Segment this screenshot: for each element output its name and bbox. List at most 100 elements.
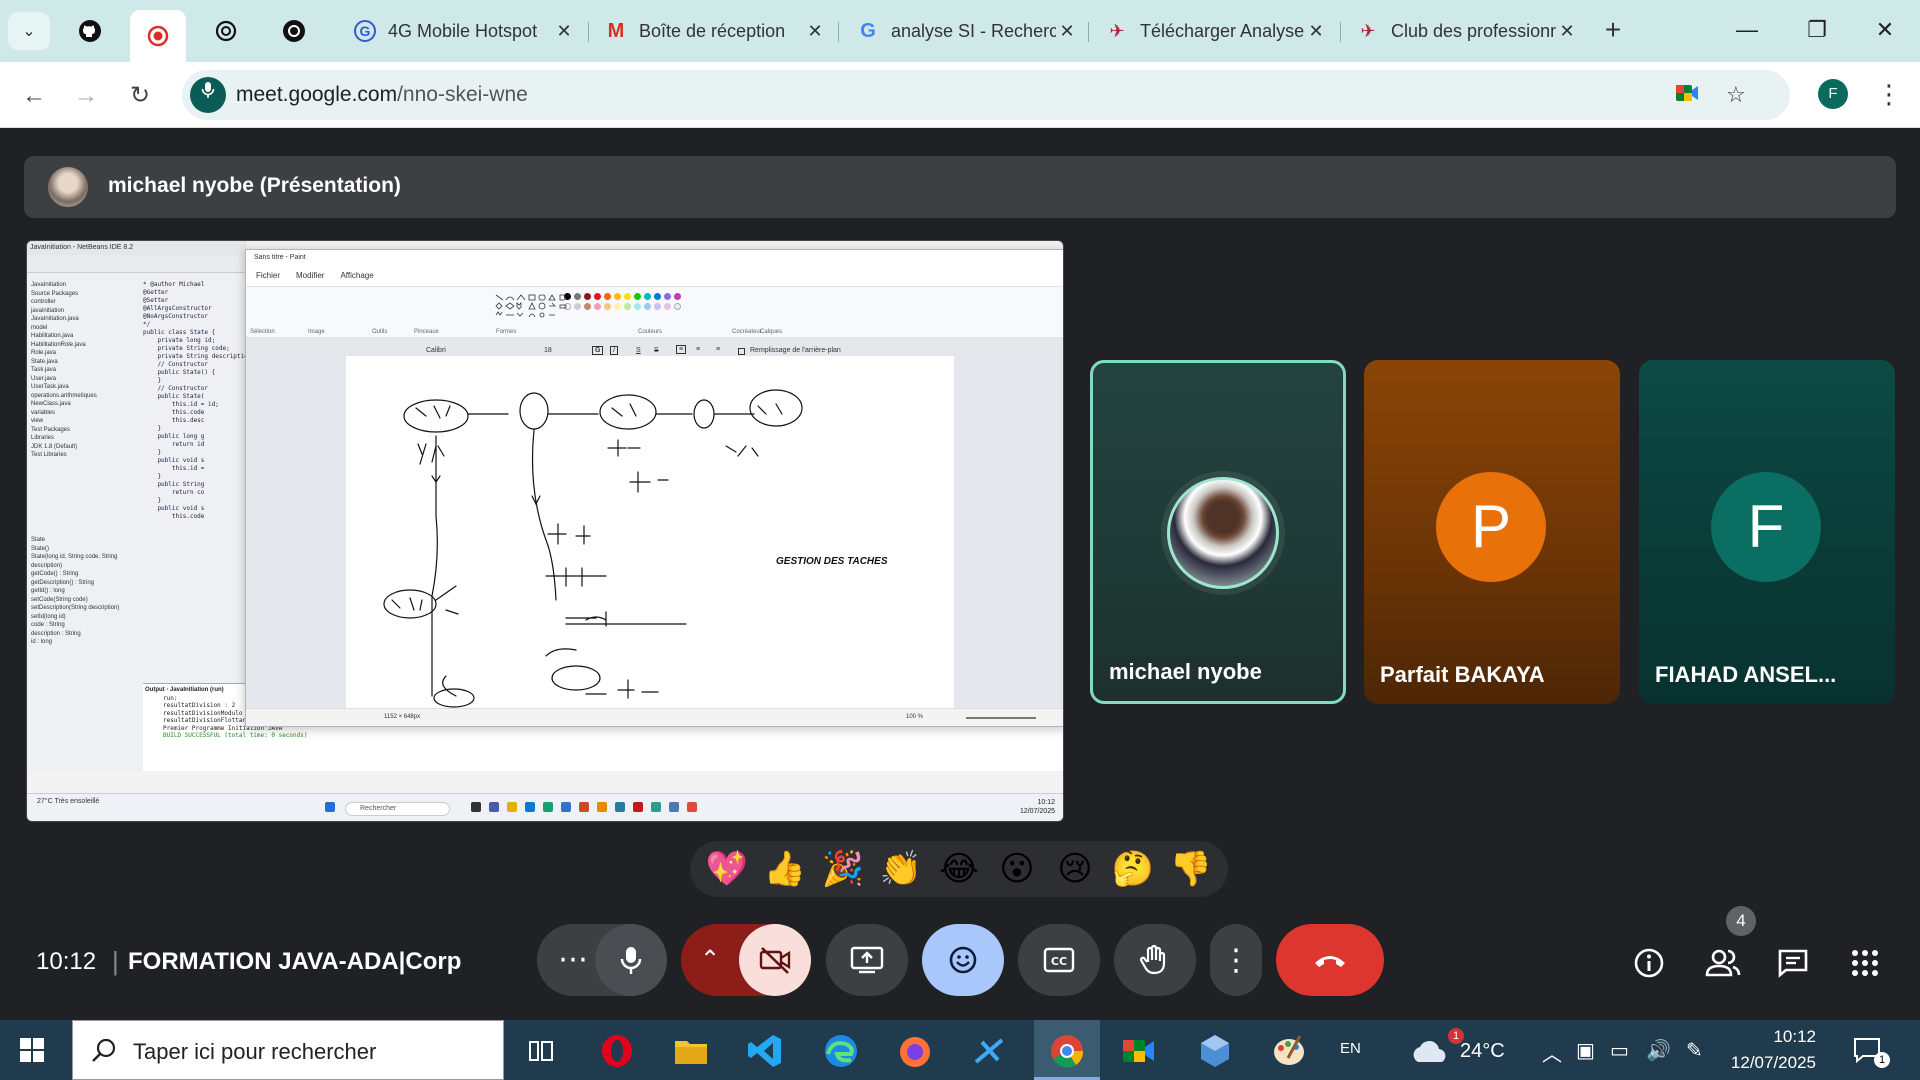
taskbar-search[interactable]: Taper ici pour rechercher [72,1020,504,1080]
color-swatch[interactable] [584,293,591,300]
pinned-tab-chatgpt-1[interactable] [198,10,254,52]
tab-gmail[interactable]: M Boîte de réception ✕ [593,10,838,52]
device-icon[interactable]: ▣ [1576,1038,1595,1063]
color-swatch[interactable] [624,293,631,300]
profile-avatar[interactable]: F [1818,79,1848,109]
reactions-button[interactable] [922,924,1004,996]
chrome-icon[interactable] [1048,1032,1086,1070]
color-swatch[interactable] [604,303,611,310]
italic-button[interactable]: I [610,346,618,355]
zoom-level[interactable]: 100 % [906,714,923,720]
tab-club[interactable]: ✈ Club des professionnels ✕ [1345,10,1590,52]
notification-center-button[interactable]: 1 [1852,1036,1890,1068]
people-button[interactable] [1698,938,1748,988]
zoom-slider[interactable] [966,717,1036,719]
paint-menu-item[interactable]: Affichage [340,271,373,280]
color-swatch[interactable] [674,293,681,300]
windows-start-icon[interactable] [20,1038,44,1062]
color-swatch[interactable] [634,293,641,300]
tab-search-dropdown[interactable]: ⌄ [8,12,50,50]
reaction-emoji[interactable]: 👎 [1165,849,1217,889]
color-swatch[interactable] [664,303,671,310]
meeting-info-button[interactable] [1624,938,1674,988]
color-swatch[interactable] [594,303,601,310]
color-swatch[interactable] [654,303,661,310]
bold-button[interactable]: G [592,346,604,355]
reaction-emoji[interactable]: 😢 [1049,849,1101,889]
forward-button[interactable]: → [66,76,106,116]
bookmark-star-icon[interactable]: ☆ [1726,82,1746,108]
minimize-button[interactable]: — [1720,10,1774,50]
color-swatch[interactable] [644,303,651,310]
color-swatch[interactable] [664,293,671,300]
reaction-emoji[interactable]: 👏 [875,849,927,889]
pinned-tab-github[interactable] [62,10,118,52]
font-name[interactable]: Calibri [426,347,446,354]
shared-screen[interactable]: JavaInitiation - NetBeans IDE 8.2 JavaIn… [26,240,1064,822]
underline-button[interactable]: S [636,347,641,354]
strike-button[interactable]: S [654,347,659,354]
color-swatch[interactable] [614,293,621,300]
virtualbox-icon[interactable] [1196,1032,1234,1070]
align-center-icon[interactable]: ≡ [696,346,700,353]
app-icon[interactable] [970,1032,1008,1070]
browser-menu-icon[interactable]: ⋮ [1874,76,1904,112]
paint-menu-item[interactable]: Fichier [256,271,280,280]
reaction-emoji[interactable]: 😮 [991,849,1043,889]
present-screen-button[interactable] [826,924,908,996]
reaction-emoji[interactable]: 🎉 [817,849,869,889]
close-icon[interactable]: ✕ [553,21,575,42]
restore-button[interactable]: ❐ [1790,10,1844,50]
checkbox[interactable] [738,348,745,355]
font-size[interactable]: 18 [544,347,552,354]
system-clock[interactable]: 10:12 12/07/2025 [1720,1024,1816,1076]
address-bar[interactable]: meet.google.com/nno-skei-wne ☆ [182,70,1790,120]
color-swatch[interactable] [604,293,611,300]
color-swatch[interactable] [654,293,661,300]
chevron-up-icon[interactable]: ︿ [1542,1038,1562,1067]
tab-hotspot[interactable]: G 4G Mobile Hotspot ✕ [342,10,587,52]
vscode-icon[interactable] [746,1032,784,1070]
raise-hand-button[interactable] [1114,924,1196,996]
task-view-icon[interactable] [522,1032,560,1070]
video-options-button[interactable]: ⌃ [681,924,739,996]
paint-canvas[interactable]: GESTION DES TACHES [346,356,954,708]
reaction-emoji[interactable]: 😂 [933,849,985,889]
reload-button[interactable]: ↻ [120,76,160,116]
paint-menu-item[interactable]: Modifier [296,271,324,280]
close-window-button[interactable]: ✕ [1858,10,1912,50]
reaction-emoji[interactable]: 🤔 [1107,849,1159,889]
color-swatch[interactable] [584,303,591,310]
microphone-site-icon[interactable] [190,77,226,113]
color-swatch[interactable] [614,303,621,310]
microphone-button[interactable] [595,924,667,996]
paint-icon[interactable] [1270,1032,1308,1070]
volume-icon[interactable]: 🔊 [1646,1038,1671,1063]
audio-options-button[interactable]: ⋯ [545,924,601,996]
color-swatch[interactable] [674,303,681,310]
close-icon[interactable]: ✕ [804,21,826,42]
new-tab-button[interactable]: + [1596,14,1630,48]
color-swatch[interactable] [634,303,641,310]
weather-widget[interactable]: 1 24°C [1410,1028,1510,1068]
meet-icon[interactable] [1120,1032,1158,1070]
participant-tile-fiahad[interactable]: F FIAHAD ANSEL... [1639,360,1895,704]
firefox-icon[interactable] [896,1032,934,1070]
tab-telecharger[interactable]: ✈ Télécharger Analyse ✕ [1094,10,1339,52]
align-right-icon[interactable]: ≡ [716,346,720,353]
chat-button[interactable] [1768,938,1818,988]
file-explorer-icon[interactable] [672,1032,710,1070]
color-swatch[interactable] [594,293,601,300]
pinned-tab-chatgpt-2[interactable] [266,10,322,52]
meet-extension-icon[interactable] [1674,82,1700,110]
battery-icon[interactable]: ▭ [1610,1038,1629,1063]
edge-icon[interactable] [822,1032,860,1070]
captions-button[interactable]: CC [1018,924,1100,996]
more-options-button[interactable]: ⋮ [1210,924,1262,996]
input-language[interactable]: EN [1340,1040,1361,1057]
close-icon[interactable]: ✕ [1556,21,1578,42]
pinned-tab-meet-recording[interactable] [130,10,186,62]
participant-tile-parfait[interactable]: P Parfait BAKAYA [1364,360,1620,704]
tab-google-search[interactable]: G analyse SI - Recherche ✕ [845,10,1090,52]
close-icon[interactable]: ✕ [1056,21,1078,42]
